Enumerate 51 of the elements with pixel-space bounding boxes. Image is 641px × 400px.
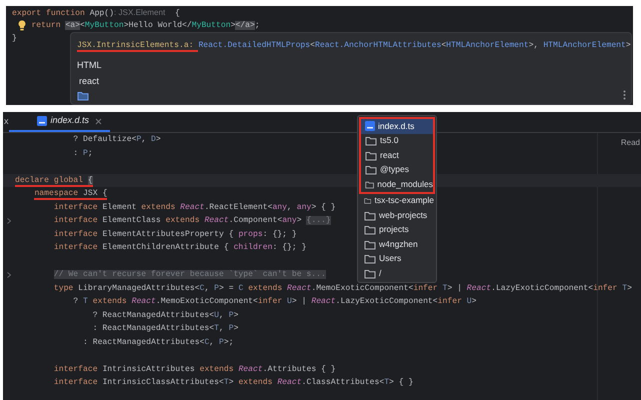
path-item[interactable]: node_modules xyxy=(361,177,433,192)
code-line: ? ReactManagedAttributes<U, P> xyxy=(92,310,238,322)
path-item[interactable]: index.d.ts xyxy=(361,119,433,134)
path-item[interactable]: / xyxy=(360,266,434,280)
file-tab[interactable]: x xyxy=(3,112,8,132)
library-label: HTML xyxy=(77,59,102,71)
code-line: : ReactManagedAttributes<C, P>; xyxy=(82,336,234,348)
type-signature: JSX.IntrinsicElements.a: React.DetailedHTMLProps<React.AnchorHTMLAttributes<HTMLAnchorElement>, HTMLAnchorElement> xyxy=(77,40,631,52)
code-line: interface ElementClass extends React.Component<any> {...} xyxy=(52,215,331,227)
path-item[interactable]: w4ngzhen xyxy=(360,237,434,252)
code-line: ? Defaultize<P, D> xyxy=(72,134,161,146)
fold-chevron-icon[interactable] xyxy=(7,218,11,224)
code-line: interface IntrinsicClassAttributes<T> extends React.ClassAttributes<T> { } xyxy=(52,377,414,389)
folder-icon xyxy=(365,135,377,146)
folder-icon xyxy=(364,210,376,221)
code-line: return <a><MyButton>Hello World</MyButton></a>; xyxy=(12,19,260,32)
code-line: declare global { xyxy=(15,174,93,187)
code-line: namespace JSX { xyxy=(33,188,108,200)
path-item[interactable]: ts5.0 xyxy=(361,134,433,148)
module-label: react xyxy=(79,75,100,87)
typescript-file-icon xyxy=(365,121,375,132)
reader-mode-label[interactable]: Read xyxy=(620,137,640,149)
path-item[interactable]: Users xyxy=(360,252,434,266)
typescript-file-icon xyxy=(36,116,46,126)
folder-icon xyxy=(364,268,376,279)
file-tab[interactable]: index.d.ts xyxy=(8,112,110,132)
path-item[interactable]: @types xyxy=(361,162,433,177)
code-line: interface ElementAttributesProperty { props: {}; } xyxy=(52,228,297,240)
more-icon[interactable] xyxy=(623,90,626,100)
code-line: type LibraryManagedAttributes<C, P> = C extends React.MemoExoticComponent<infer T> | React.LazyExoticComponent<infer T> xyxy=(52,282,632,294)
folder-icon xyxy=(364,224,376,236)
code-line: : ReactManagedAttributes<T, P> xyxy=(92,323,238,335)
path-item[interactable]: web-projects xyxy=(360,208,434,222)
code-line: interface ElementChildrenAttribute { children: {}; } xyxy=(52,242,306,254)
folder-icon xyxy=(364,253,376,264)
close-icon xyxy=(95,118,102,124)
code-line: export function App(): JSX.Element { xyxy=(12,7,180,19)
folder-icon xyxy=(365,164,377,176)
path-item[interactable]: tsx-tsc-example xyxy=(360,194,434,208)
code-line: : P; xyxy=(72,148,93,160)
folder-icon[interactable] xyxy=(77,90,89,101)
code-line: interface IntrinsicAttributes extends React.Attributes { } xyxy=(52,364,336,376)
code-line: } xyxy=(12,33,17,45)
lightbulb-icon[interactable] xyxy=(18,20,26,31)
folder-icon xyxy=(364,238,376,250)
code-line: interface Element extends React.ReactElement<any, any> { } xyxy=(52,202,336,214)
fold-chevron-icon[interactable] xyxy=(7,272,11,278)
path-item[interactable]: react xyxy=(361,148,433,162)
folder-icon xyxy=(365,150,377,161)
path-item[interactable]: projects xyxy=(360,222,434,237)
code-line: ? T extends React.MemoExoticComponent<infer U> | React.LazyExoticComponent<infer U> xyxy=(72,296,477,308)
